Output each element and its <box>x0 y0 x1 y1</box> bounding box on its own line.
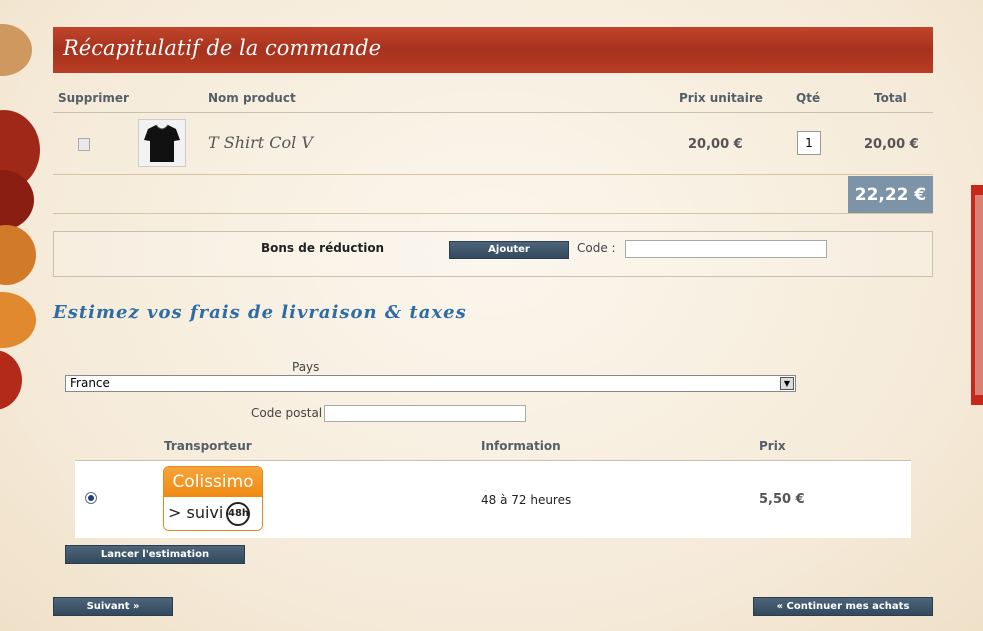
product-unit-price: 20,00 € <box>688 137 743 152</box>
header-delete: Supprimer <box>58 91 129 105</box>
carrier-info: 48 à 72 heures <box>481 493 572 507</box>
grand-total: 22,22 € <box>848 176 933 214</box>
logo-brand: Colissimo <box>164 467 262 497</box>
carrier-price: 5,50 € <box>759 492 805 507</box>
shipping-estimate-title: Estimez vos frais de livraison & taxes <box>53 302 467 323</box>
cart-title: Récapitulatif de la commande <box>63 36 382 60</box>
total-divider <box>53 213 933 214</box>
voucher-code-label: Code : <box>577 241 616 255</box>
voucher-add-button[interactable]: Ajouter <box>449 241 569 259</box>
country-value: France <box>70 376 110 390</box>
cart-title-bar: Récapitulatif de la commande <box>53 27 933 73</box>
product-total: 20,00 € <box>864 137 919 152</box>
colissimo-logo: Colissimo > suivi 48h <box>163 466 263 531</box>
voucher-label: Bons de réduction <box>261 241 385 255</box>
header-total: Total <box>874 91 907 105</box>
product-name[interactable]: T Shirt Col V <box>208 133 313 152</box>
country-select[interactable]: France ▼ <box>65 375 796 392</box>
header-information: Information <box>481 439 561 453</box>
header-carrier: Transporteur <box>164 439 252 453</box>
quantity-input[interactable]: 1 <box>797 131 821 155</box>
voucher-panel: Bons de réduction Ajouter Code : <box>53 231 933 277</box>
decorative-tin <box>971 185 983 405</box>
row-divider <box>53 174 933 175</box>
carrier-row[interactable]: Colissimo > suivi 48h 48 à 72 heures 5,5… <box>75 460 911 538</box>
header-divider <box>53 112 933 113</box>
trash-icon[interactable] <box>78 138 90 151</box>
country-label: Pays <box>292 360 320 374</box>
next-button[interactable]: Suivant » <box>53 597 173 616</box>
header-qty: Qté <box>796 91 821 105</box>
postcode-label: Code postal <box>251 406 323 420</box>
tshirt-icon <box>144 124 180 162</box>
header-price: Prix <box>759 439 786 453</box>
estimate-button[interactable]: Lancer l'estimation <box>65 545 245 564</box>
postcode-input[interactable] <box>324 405 526 422</box>
carrier-radio[interactable] <box>85 492 97 504</box>
decorative-leaves <box>0 24 40 410</box>
chevron-down-icon[interactable]: ▼ <box>780 377 794 390</box>
header-product: Nom product <box>208 91 296 105</box>
header-unit-price: Prix unitaire <box>679 91 763 105</box>
logo-48h-badge: 48h <box>226 502 250 526</box>
logo-suivi: > suivi <box>168 503 224 522</box>
voucher-code-input[interactable] <box>625 240 827 258</box>
product-thumbnail[interactable] <box>138 119 186 167</box>
continue-shopping-button[interactable]: « Continuer mes achats <box>753 597 933 616</box>
